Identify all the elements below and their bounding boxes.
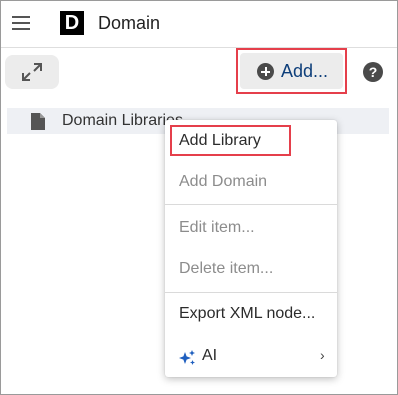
- menu-divider: [165, 204, 337, 205]
- menu-item-label: Delete item...: [179, 260, 274, 277]
- menu-divider: [165, 292, 337, 293]
- hamburger-icon[interactable]: [12, 16, 30, 30]
- menu-item-edit: Edit item...: [165, 213, 337, 243]
- chevron-right-icon: ›: [320, 347, 325, 363]
- menu-item-label: AI: [202, 347, 218, 364]
- sparkle-icon: [179, 350, 195, 365]
- plus-circle-icon: [257, 63, 274, 80]
- menu-item-delete: Delete item...: [165, 254, 337, 284]
- context-menu: Add Library Add Domain Edit item... Dele…: [165, 120, 337, 377]
- menu-item-label: Edit item...: [179, 219, 255, 236]
- menu-item-label: Add Library: [179, 132, 261, 149]
- menu-item-export-xml[interactable]: Export XML node...: [165, 299, 337, 329]
- help-icon[interactable]: ?: [363, 62, 383, 82]
- menu-item-ai[interactable]: AI ›: [165, 341, 337, 371]
- menu-item-add-library[interactable]: Add Library: [165, 126, 337, 156]
- header: D Domain: [1, 1, 397, 48]
- menu-item-label: Export XML node...: [179, 305, 316, 322]
- file-icon: [31, 113, 45, 130]
- expand-icon: [22, 63, 42, 81]
- menu-item-add-domain: Add Domain: [165, 167, 337, 197]
- d-logo-icon: D: [60, 11, 84, 35]
- add-button[interactable]: Add...: [240, 53, 343, 89]
- expand-button[interactable]: [5, 55, 59, 89]
- add-button-label: Add...: [281, 61, 329, 81]
- app-frame: D Domain Add... ? Domain Libraries Add L…: [0, 0, 398, 395]
- page-title: Domain: [98, 13, 161, 33]
- menu-item-label: Add Domain: [179, 173, 268, 190]
